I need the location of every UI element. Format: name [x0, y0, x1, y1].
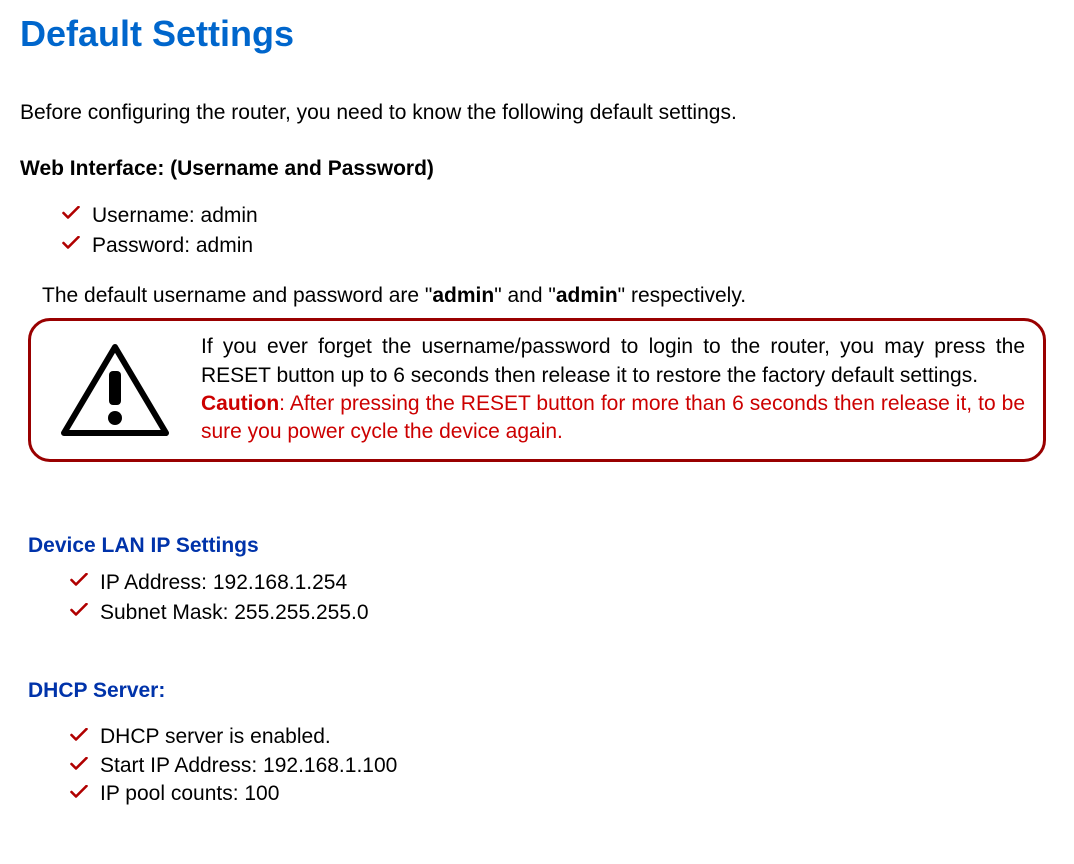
warning-icon	[45, 343, 185, 438]
list-item: IP pool counts: 100	[28, 780, 1054, 808]
note-text: " respectively.	[618, 284, 746, 307]
caution-body: : After pressing the RESET button for mo…	[201, 392, 1025, 443]
list-item: IP Address: 192.168.1.254	[28, 568, 1054, 597]
dhcp-heading: DHCP Server:	[28, 677, 1054, 705]
list-item: Start IP Address: 192.168.1.100	[28, 752, 1054, 780]
list-item: DHCP server is enabled.	[28, 723, 1054, 751]
note-bold: admin	[432, 284, 494, 307]
web-interface-list: Username: admin Password: admin	[20, 201, 1054, 260]
list-item: Username: admin	[20, 201, 1054, 230]
note-text: The default username and password are "	[42, 284, 432, 307]
default-credentials-note: The default username and password are "a…	[42, 282, 1054, 310]
dhcp-list: DHCP server is enabled. Start IP Address…	[28, 723, 1054, 808]
note-bold: admin	[556, 284, 618, 307]
callout-body: If you ever forget the username/password…	[201, 335, 1025, 386]
list-item: Password: admin	[20, 231, 1054, 260]
lan-list: IP Address: 192.168.1.254 Subnet Mask: 2…	[28, 568, 1054, 627]
intro-text: Before configuring the router, you need …	[20, 99, 1054, 127]
warning-callout: If you ever forget the username/password…	[28, 318, 1046, 461]
lan-heading: Device LAN IP Settings	[28, 532, 1054, 560]
note-text: " and "	[494, 284, 556, 307]
list-item: Subnet Mask: 255.255.255.0	[28, 598, 1054, 627]
callout-text: If you ever forget the username/password…	[201, 333, 1025, 446]
caution-label: Caution	[201, 392, 279, 415]
web-interface-heading: Web Interface: (Username and Password)	[20, 155, 1054, 183]
page-title: Default Settings	[20, 10, 1054, 59]
